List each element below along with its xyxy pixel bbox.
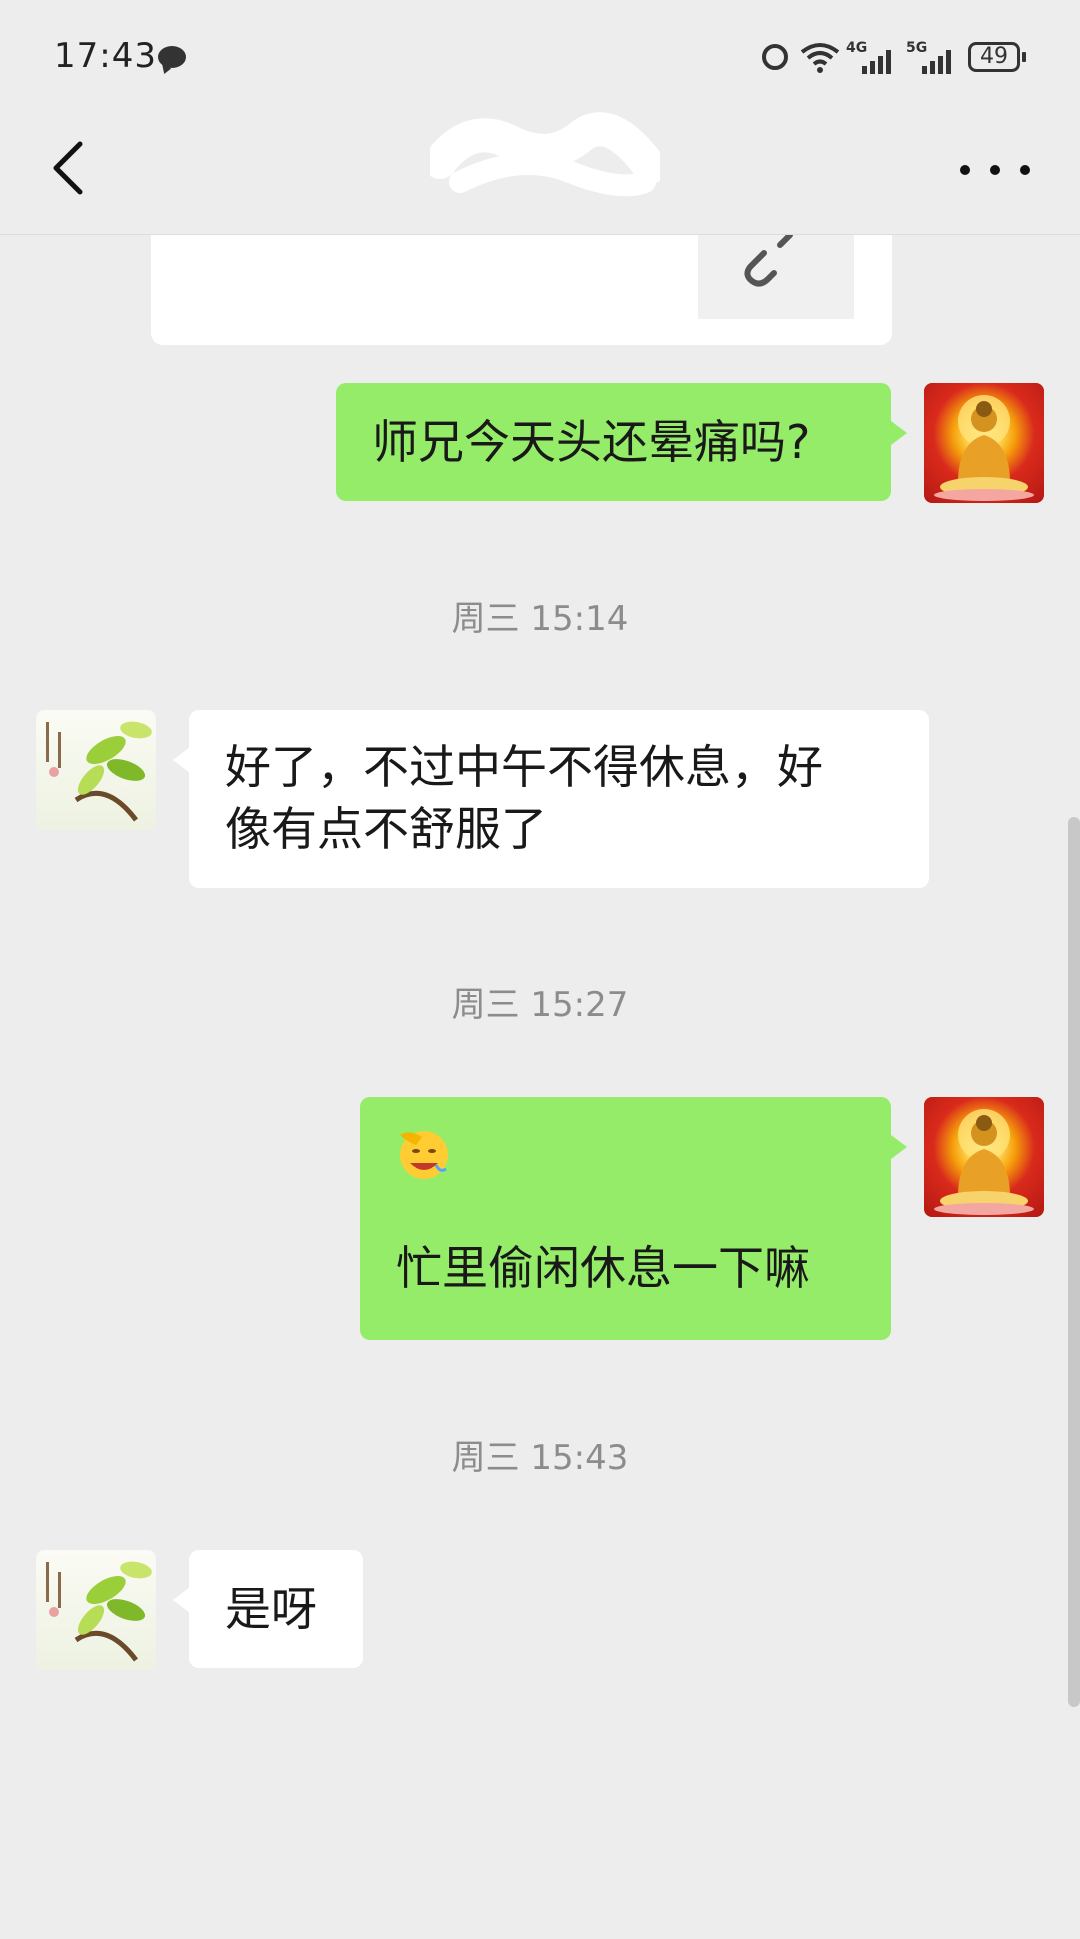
my-avatar[interactable] [924, 1097, 1044, 1217]
redaction-scribble [430, 112, 660, 197]
message-timestamp: 周三 15:14 [451, 599, 629, 639]
chat-header [0, 110, 1080, 235]
contact-message-bubble[interactable]: 好了，不过中午不得休息，好 像有点不舒服了 [173, 710, 929, 888]
more-dot [960, 165, 970, 175]
wifi-icon [800, 43, 840, 73]
back-button[interactable] [42, 138, 102, 198]
link-icon [744, 235, 793, 287]
status-time: 17:43 [54, 36, 157, 76]
alarm-icon [762, 44, 788, 70]
my-avatar[interactable] [924, 383, 1044, 503]
contact-message-bubble[interactable]: 是呀 [173, 1550, 363, 1668]
message-text: 是呀 [225, 1582, 317, 1636]
more-button[interactable] [960, 148, 1030, 192]
link-card-message[interactable] [151, 235, 892, 345]
buddha-avatar-icon [934, 1109, 1034, 1215]
buddha-avatar-icon [934, 395, 1034, 501]
signal-bars-icon [922, 48, 951, 74]
chat-screen: 17:43 4G 5G 49 师兄今天头还晕痛吗? 周三 15:14 好了，不过… [0, 0, 1080, 1939]
contact-avatar[interactable] [36, 710, 156, 830]
message-notification-icon [158, 46, 186, 68]
message-list[interactable]: 师兄今天头还晕痛吗? 周三 15:14 好了，不过中午不得休息，好 像有点不舒服… [0, 235, 1080, 1939]
status-bar: 17:43 4G 5G 49 [0, 0, 1080, 110]
link-thumbnail [698, 235, 854, 319]
leaf-avatar-icon [46, 1561, 152, 1662]
face-palm-emoji [400, 1131, 448, 1179]
scrollbar[interactable] [1068, 817, 1080, 1707]
message-text-line: 好了，不过中午不得休息，好 [225, 740, 823, 794]
battery-indicator: 49 [968, 42, 1026, 72]
message-text: 忙里偷闲休息一下嘛 [396, 1241, 810, 1295]
more-dot [1020, 165, 1030, 175]
message-timestamp: 周三 15:27 [451, 985, 629, 1025]
contact-avatar[interactable] [36, 1550, 156, 1670]
my-message-bubble[interactable]: 师兄今天头还晕痛吗? [336, 383, 907, 501]
message-text: 师兄今天头还晕痛吗? [372, 415, 811, 469]
leaf-avatar-icon [46, 721, 152, 822]
chevron-left-icon [53, 141, 83, 195]
more-dot [990, 165, 1000, 175]
my-message-bubble[interactable]: 忙里偷闲休息一下嘛 [360, 1097, 907, 1340]
message-text-line: 像有点不舒服了 [225, 802, 547, 856]
message-timestamp: 周三 15:43 [451, 1438, 629, 1478]
signal-bars-icon [862, 48, 891, 74]
